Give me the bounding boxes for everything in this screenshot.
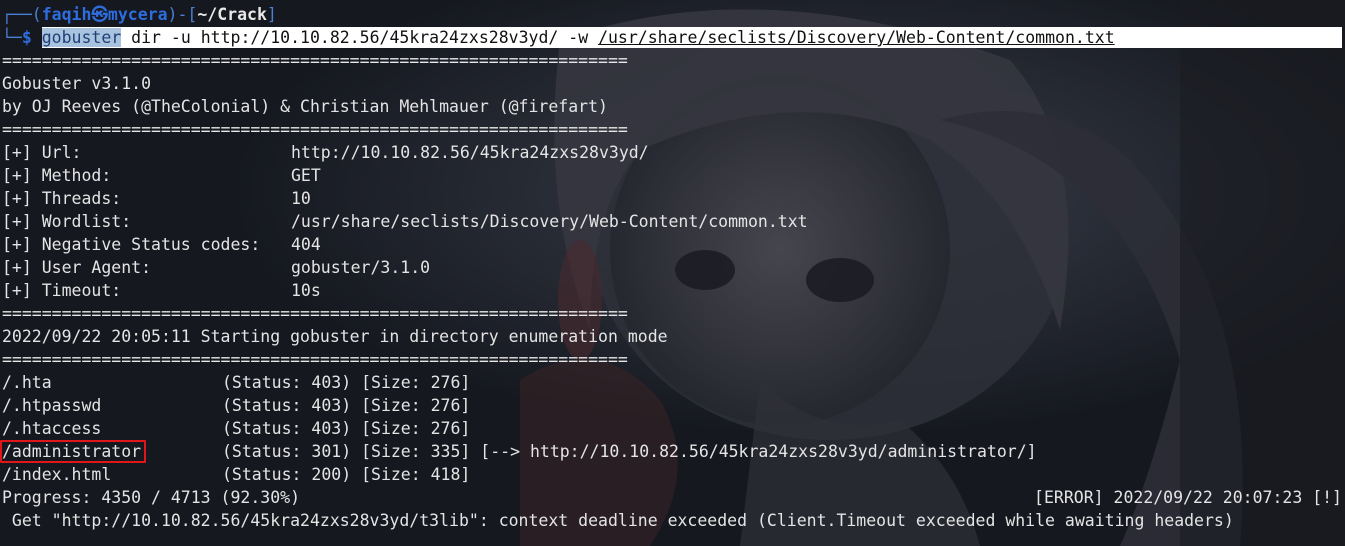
prompt-frame-bottom: └─ xyxy=(2,28,22,47)
config-label: [+] Method: xyxy=(2,166,112,185)
prompt-frame-top: ┌──( xyxy=(2,5,42,24)
config-label: [+] Negative Status codes: xyxy=(2,235,261,254)
result-status: (Status: 403) [Size: 276] xyxy=(222,419,471,438)
prompt-frame-mid: )-[ xyxy=(167,5,198,24)
terminal-output[interactable]: ┌──(faqih㉿mycera)-[~/Crack] └─$ gobuster… xyxy=(0,3,1345,532)
progress-text: Progress: 4350 / 4713 (92.30%) xyxy=(2,488,301,507)
result-path: /.htaccess xyxy=(2,419,102,438)
error-detail: Get "http://10.10.82.56/45kra24zxs28v3yd… xyxy=(2,511,1234,530)
banner-authors: by OJ Reeves (@TheColonial) & Christian … xyxy=(2,97,608,116)
prompt-user-host: faqih㉿mycera xyxy=(41,5,168,24)
config-value: 404 xyxy=(291,235,321,254)
config-value: /usr/share/seclists/Discovery/Web-Conten… xyxy=(291,212,808,231)
result-status: (Status: 301) [Size: 335] [--> http://10… xyxy=(222,442,1037,461)
start-message: 2022/09/22 20:05:11 Starting gobuster in… xyxy=(2,327,668,346)
command-program: gobuster xyxy=(41,28,122,47)
separator-1: ========================================… xyxy=(2,51,628,70)
prompt-line: ┌──(faqih㉿mycera)-[~/Crack] xyxy=(2,3,1345,26)
config-row-threads: [+] Threads: 10 xyxy=(2,187,1345,210)
result-row: /index.html (Status: 200) [Size: 418] xyxy=(2,463,1345,486)
config-row-wordlist: [+] Wordlist: /usr/share/seclists/Discove… xyxy=(2,210,1345,233)
result-status: (Status: 403) [Size: 276] xyxy=(222,396,471,415)
config-label: [+] User Agent: xyxy=(2,258,152,277)
result-row-highlighted: /administrator (Status: 301) [Size: 335] … xyxy=(0,440,1345,463)
config-label: [+] Wordlist: xyxy=(2,212,132,231)
result-path: /.hta xyxy=(2,373,52,392)
config-row-url: [+] Url: http://10.10.82.56/45kra24zxs28v… xyxy=(2,141,1345,164)
separator-2: ========================================… xyxy=(2,120,628,139)
config-row-timeout: [+] Timeout: 10s xyxy=(2,279,1345,302)
config-row-negative-status: [+] Negative Status codes: 404 xyxy=(2,233,1345,256)
config-label: [+] Timeout: xyxy=(2,281,122,300)
result-path: /index.html xyxy=(2,465,112,484)
result-row: /.htaccess (Status: 403) [Size: 276] xyxy=(2,417,1345,440)
result-status: (Status: 200) [Size: 418] xyxy=(222,465,471,484)
result-row: /.hta (Status: 403) [Size: 276] xyxy=(2,371,1345,394)
command-wordlist-path[interactable]: /usr/share/seclists/Discovery/Web-Conten… xyxy=(598,28,1115,47)
config-value: gobuster/3.1.0 xyxy=(291,258,431,277)
prompt-frame-end: ] xyxy=(266,5,277,24)
config-value: GET xyxy=(291,166,321,185)
separator-3: ========================================… xyxy=(2,304,628,323)
config-value: 10s xyxy=(291,281,321,300)
config-label: [+] Threads: xyxy=(2,189,122,208)
result-row: /.htpasswd (Status: 403) [Size: 276] xyxy=(2,394,1345,417)
progress-line: Progress: 4350 / 4713 (92.30%) [ERROR] 20… xyxy=(2,486,1345,509)
config-row-method: [+] Method: GET xyxy=(2,164,1345,187)
result-path-highlighted: /administrator xyxy=(0,440,147,463)
result-status: (Status: 403) [Size: 276] xyxy=(222,373,471,392)
config-value: http://10.10.82.56/45kra24zxs28v3yd/ xyxy=(291,143,649,162)
config-value: 10 xyxy=(291,189,311,208)
separator-4: ========================================… xyxy=(2,350,628,369)
command-args: dir -u http://10.10.82.56/45kra24zxs28v3… xyxy=(121,28,599,47)
config-row-user-agent: [+] User Agent: gobuster/3.1.0 xyxy=(2,256,1345,279)
prompt-cwd: ~/Crack xyxy=(197,5,267,24)
banner-version: Gobuster v3.1.0 xyxy=(2,74,152,93)
error-tag: [ERROR] 2022/09/22 20:07:23 [!] xyxy=(1034,488,1342,507)
prompt-dollar: $ xyxy=(21,28,32,47)
command-line[interactable]: └─$ gobuster dir -u http://10.10.82.56/4… xyxy=(2,26,1345,49)
result-path: /.htpasswd xyxy=(2,396,102,415)
command-input[interactable]: gobuster dir -u http://10.10.82.56/45kra… xyxy=(41,27,1342,48)
config-label: [+] Url: xyxy=(2,143,82,162)
